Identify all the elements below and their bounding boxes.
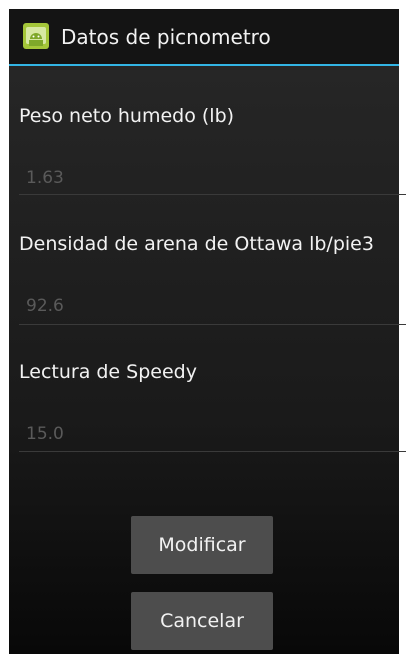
lectura-speedy-underline	[19, 451, 406, 452]
field-label-lectura-speedy: Lectura de Speedy	[19, 361, 197, 383]
densidad-arena-underline	[19, 324, 406, 325]
title-bar: Datos de picnometro	[9, 9, 399, 64]
modify-button[interactable]: Modificar	[131, 516, 273, 574]
field-label-peso-neto: Peso neto humedo (lb)	[19, 105, 235, 127]
dialog-window: Datos de picnometro Peso neto humedo (lb…	[9, 9, 406, 654]
field-label-densidad-arena: Densidad de arena de Ottawa lb/pie3	[19, 233, 374, 255]
dialog-title: Datos de picnometro	[61, 25, 271, 49]
lectura-speedy-input[interactable]: 15.0	[26, 424, 64, 444]
cancel-button[interactable]: Cancelar	[131, 592, 273, 650]
peso-neto-underline	[19, 194, 406, 195]
peso-neto-input[interactable]: 1.63	[26, 168, 64, 188]
densidad-arena-input[interactable]: 92.6	[26, 296, 64, 316]
android-app-icon	[23, 23, 49, 49]
form-content: Peso neto humedo (lb) 1.63 Densidad de a…	[9, 66, 406, 654]
